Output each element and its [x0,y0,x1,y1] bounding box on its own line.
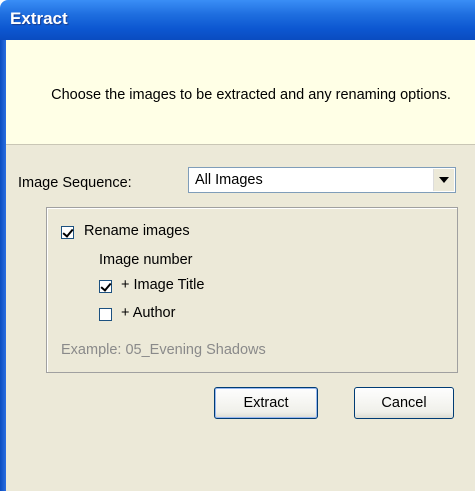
example-text: Example: 05_Evening Shadows [61,342,266,358]
rename-images-label[interactable]: Rename images [84,223,190,239]
rename-options-group: Rename images Image number + Image Title… [46,207,458,373]
author-label[interactable]: + Author [121,305,175,321]
instruction-text: Choose the images to be extracted and an… [51,87,451,103]
chevron-down-icon[interactable] [433,169,454,191]
instruction-banner: Choose the images to be extracted and an… [6,40,475,145]
image-sequence-select[interactable]: All Images [188,167,456,193]
extract-dialog: Extract Choose the images to be extracte… [0,0,475,491]
title-bar[interactable]: Extract [0,0,475,40]
rename-images-checkbox[interactable] [61,226,74,239]
image-sequence-label: Image Sequence: [18,175,132,191]
dialog-title: Extract [10,9,68,28]
extract-button[interactable]: Extract [214,387,318,419]
author-checkbox[interactable] [99,308,112,321]
image-title-checkbox[interactable] [99,280,112,293]
cancel-button[interactable]: Cancel [354,387,454,419]
image-title-label[interactable]: + Image Title [121,277,204,293]
dialog-body: Image Sequence: All Images Rename images… [6,145,475,491]
image-number-label: Image number [99,252,193,268]
image-sequence-value: All Images [195,172,263,188]
